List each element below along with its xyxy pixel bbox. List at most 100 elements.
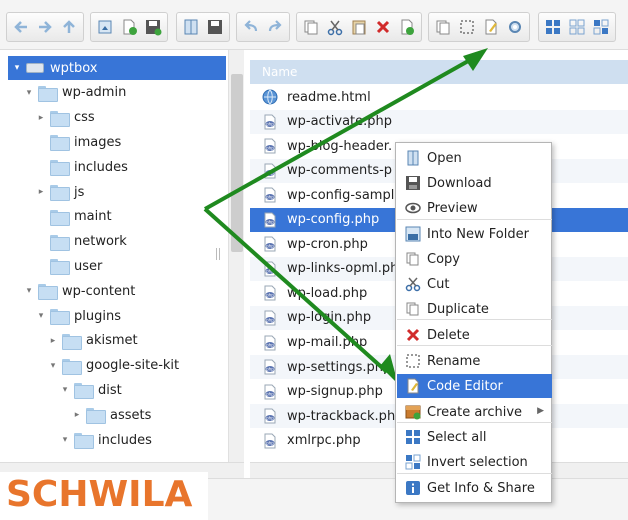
menu-item-copy[interactable]: Copy bbox=[397, 247, 552, 271]
collapse-triangle-icon[interactable]: ▸ bbox=[48, 336, 58, 346]
duplicate-icon[interactable] bbox=[432, 15, 454, 39]
menu-item-open[interactable]: Open bbox=[397, 146, 552, 170]
select-all-icon bbox=[405, 429, 421, 445]
svg-text:php: php bbox=[266, 293, 274, 298]
toolbar-group-view bbox=[176, 12, 230, 42]
tree-item-includes[interactable]: ▾ includes bbox=[0, 428, 230, 452]
tree-item-assets[interactable]: ▸ assets bbox=[0, 403, 230, 427]
code-editor-icon[interactable] bbox=[480, 15, 502, 39]
svg-text:php: php bbox=[266, 146, 274, 151]
new-folder-icon bbox=[405, 226, 421, 242]
folder-icon bbox=[62, 333, 82, 350]
tree-view-icon[interactable] bbox=[590, 15, 612, 39]
column-header-name[interactable]: Name bbox=[250, 60, 628, 84]
menu-item-delete[interactable]: Delete bbox=[397, 323, 552, 347]
menu-item-label: Open bbox=[427, 150, 462, 166]
menu-item-label: Create archive bbox=[427, 404, 523, 420]
collapse-triangle-icon[interactable]: ▸ bbox=[36, 187, 46, 197]
tree-item-label: dist bbox=[98, 382, 122, 398]
tree-item-css[interactable]: ▸ css bbox=[0, 106, 230, 130]
svg-text:php: php bbox=[266, 391, 274, 396]
tree-item-js[interactable]: ▸ js bbox=[0, 180, 230, 204]
tree-item-google-site-kit[interactable]: ▾ google-site-kit bbox=[0, 354, 230, 378]
paste-icon[interactable] bbox=[348, 15, 370, 39]
tree-scroll-thumb[interactable] bbox=[231, 74, 243, 252]
tree-item-wp-admin[interactable]: ▾ wp-admin bbox=[0, 81, 230, 105]
menu-item-cut[interactable]: Cut bbox=[397, 272, 552, 296]
forward-icon[interactable] bbox=[34, 15, 56, 39]
svg-text:php: php bbox=[266, 268, 274, 273]
pane-resize-grip[interactable] bbox=[216, 248, 220, 260]
menu-item-rename[interactable]: Rename bbox=[397, 349, 552, 373]
tree-item-plugins[interactable]: ▾ plugins bbox=[0, 304, 230, 328]
expand-triangle-icon[interactable]: ▾ bbox=[60, 385, 70, 395]
copy-icon bbox=[405, 251, 421, 267]
menu-item-invert-selection[interactable]: Invert selection bbox=[397, 450, 552, 474]
menu-item-label: Select all bbox=[427, 429, 487, 445]
expand-triangle-icon[interactable]: ▾ bbox=[12, 63, 22, 73]
php-file-icon: php bbox=[262, 408, 287, 424]
settings-icon[interactable] bbox=[504, 15, 526, 39]
file-manager-window: ▾ wptbox ▾ wp-admin ▸ css images includes ▸ js mai… bbox=[0, 0, 628, 520]
tree-item-label: includes bbox=[98, 432, 152, 448]
copy-icon[interactable] bbox=[300, 15, 322, 39]
menu-item-create-archive[interactable]: Create archive ▶ bbox=[397, 400, 552, 424]
drive-icon bbox=[26, 63, 44, 73]
tree-item-dist[interactable]: ▾ dist bbox=[0, 378, 230, 402]
file-name: wp-signup.php bbox=[287, 384, 383, 400]
expand-triangle-icon[interactable]: ▾ bbox=[48, 361, 58, 371]
menu-item-select-all[interactable]: Select all bbox=[397, 425, 552, 449]
menu-item-into-new-folder[interactable]: Into New Folder bbox=[397, 222, 552, 246]
tree-item-includes[interactable]: includes bbox=[0, 155, 230, 179]
back-icon[interactable] bbox=[10, 15, 32, 39]
tree-item-label: js bbox=[74, 184, 85, 200]
delete-icon[interactable] bbox=[372, 15, 394, 39]
file-row[interactable]: readme.html bbox=[250, 85, 628, 109]
tree-item-wptbox[interactable]: ▾ wptbox bbox=[8, 56, 226, 80]
folder-icon bbox=[50, 259, 70, 276]
icons-view-icon[interactable] bbox=[542, 15, 564, 39]
tree-item-user[interactable]: user bbox=[0, 254, 230, 278]
collapse-triangle-icon[interactable]: ▸ bbox=[36, 113, 46, 123]
expand-triangle-icon[interactable]: ▾ bbox=[24, 88, 34, 98]
select-icon[interactable] bbox=[456, 15, 478, 39]
tree-item-label: wp-admin bbox=[62, 85, 127, 101]
collapse-triangle-icon[interactable]: ▸ bbox=[72, 410, 82, 420]
rename-icon[interactable] bbox=[396, 15, 418, 39]
menu-item-duplicate[interactable]: Duplicate bbox=[397, 297, 552, 321]
menu-item-preview[interactable]: Preview bbox=[397, 196, 552, 220]
tree-item-label: images bbox=[74, 134, 122, 150]
redo-icon[interactable] bbox=[264, 15, 286, 39]
tree-item-maint[interactable]: maint bbox=[0, 205, 230, 229]
invert-selection-icon bbox=[405, 454, 421, 470]
tree-item-wp-content[interactable]: ▾ wp-content bbox=[0, 279, 230, 303]
menu-item-label: Preview bbox=[427, 200, 478, 216]
tree-vertical-scrollbar[interactable] bbox=[228, 50, 244, 462]
file-row[interactable]: php wp-activate.php bbox=[250, 109, 628, 134]
menu-item-download[interactable]: Download bbox=[397, 171, 552, 195]
tree-item-akismet[interactable]: ▸ akismet bbox=[0, 329, 230, 353]
menu-item-code-editor[interactable]: Code Editor bbox=[397, 374, 552, 398]
list-view-icon[interactable] bbox=[566, 15, 588, 39]
menu-item-label: Get Info & Share bbox=[427, 480, 535, 496]
save-icon[interactable] bbox=[142, 15, 164, 39]
undo-icon[interactable] bbox=[240, 15, 262, 39]
view-icon[interactable] bbox=[180, 15, 202, 39]
cut-icon[interactable] bbox=[324, 15, 346, 39]
tree-item-network[interactable]: network bbox=[0, 230, 230, 254]
expand-triangle-icon[interactable]: ▾ bbox=[36, 311, 46, 321]
save-as-icon[interactable] bbox=[204, 15, 226, 39]
reload-icon[interactable] bbox=[94, 15, 116, 39]
up-icon[interactable] bbox=[58, 15, 80, 39]
tree-item-images[interactable]: images bbox=[0, 130, 230, 154]
menu-item-label: Invert selection bbox=[427, 454, 528, 470]
html-file-icon bbox=[262, 89, 287, 105]
new-file-icon[interactable] bbox=[118, 15, 140, 39]
file-name: wp-config.php bbox=[287, 212, 380, 228]
tree-item-label: google-site-kit bbox=[86, 358, 180, 374]
expand-triangle-icon[interactable]: ▾ bbox=[24, 286, 34, 296]
menu-item-get-info-share[interactable]: Get Info & Share bbox=[397, 476, 552, 500]
expand-triangle-icon[interactable]: ▾ bbox=[60, 435, 70, 445]
svg-text:php: php bbox=[266, 121, 274, 126]
